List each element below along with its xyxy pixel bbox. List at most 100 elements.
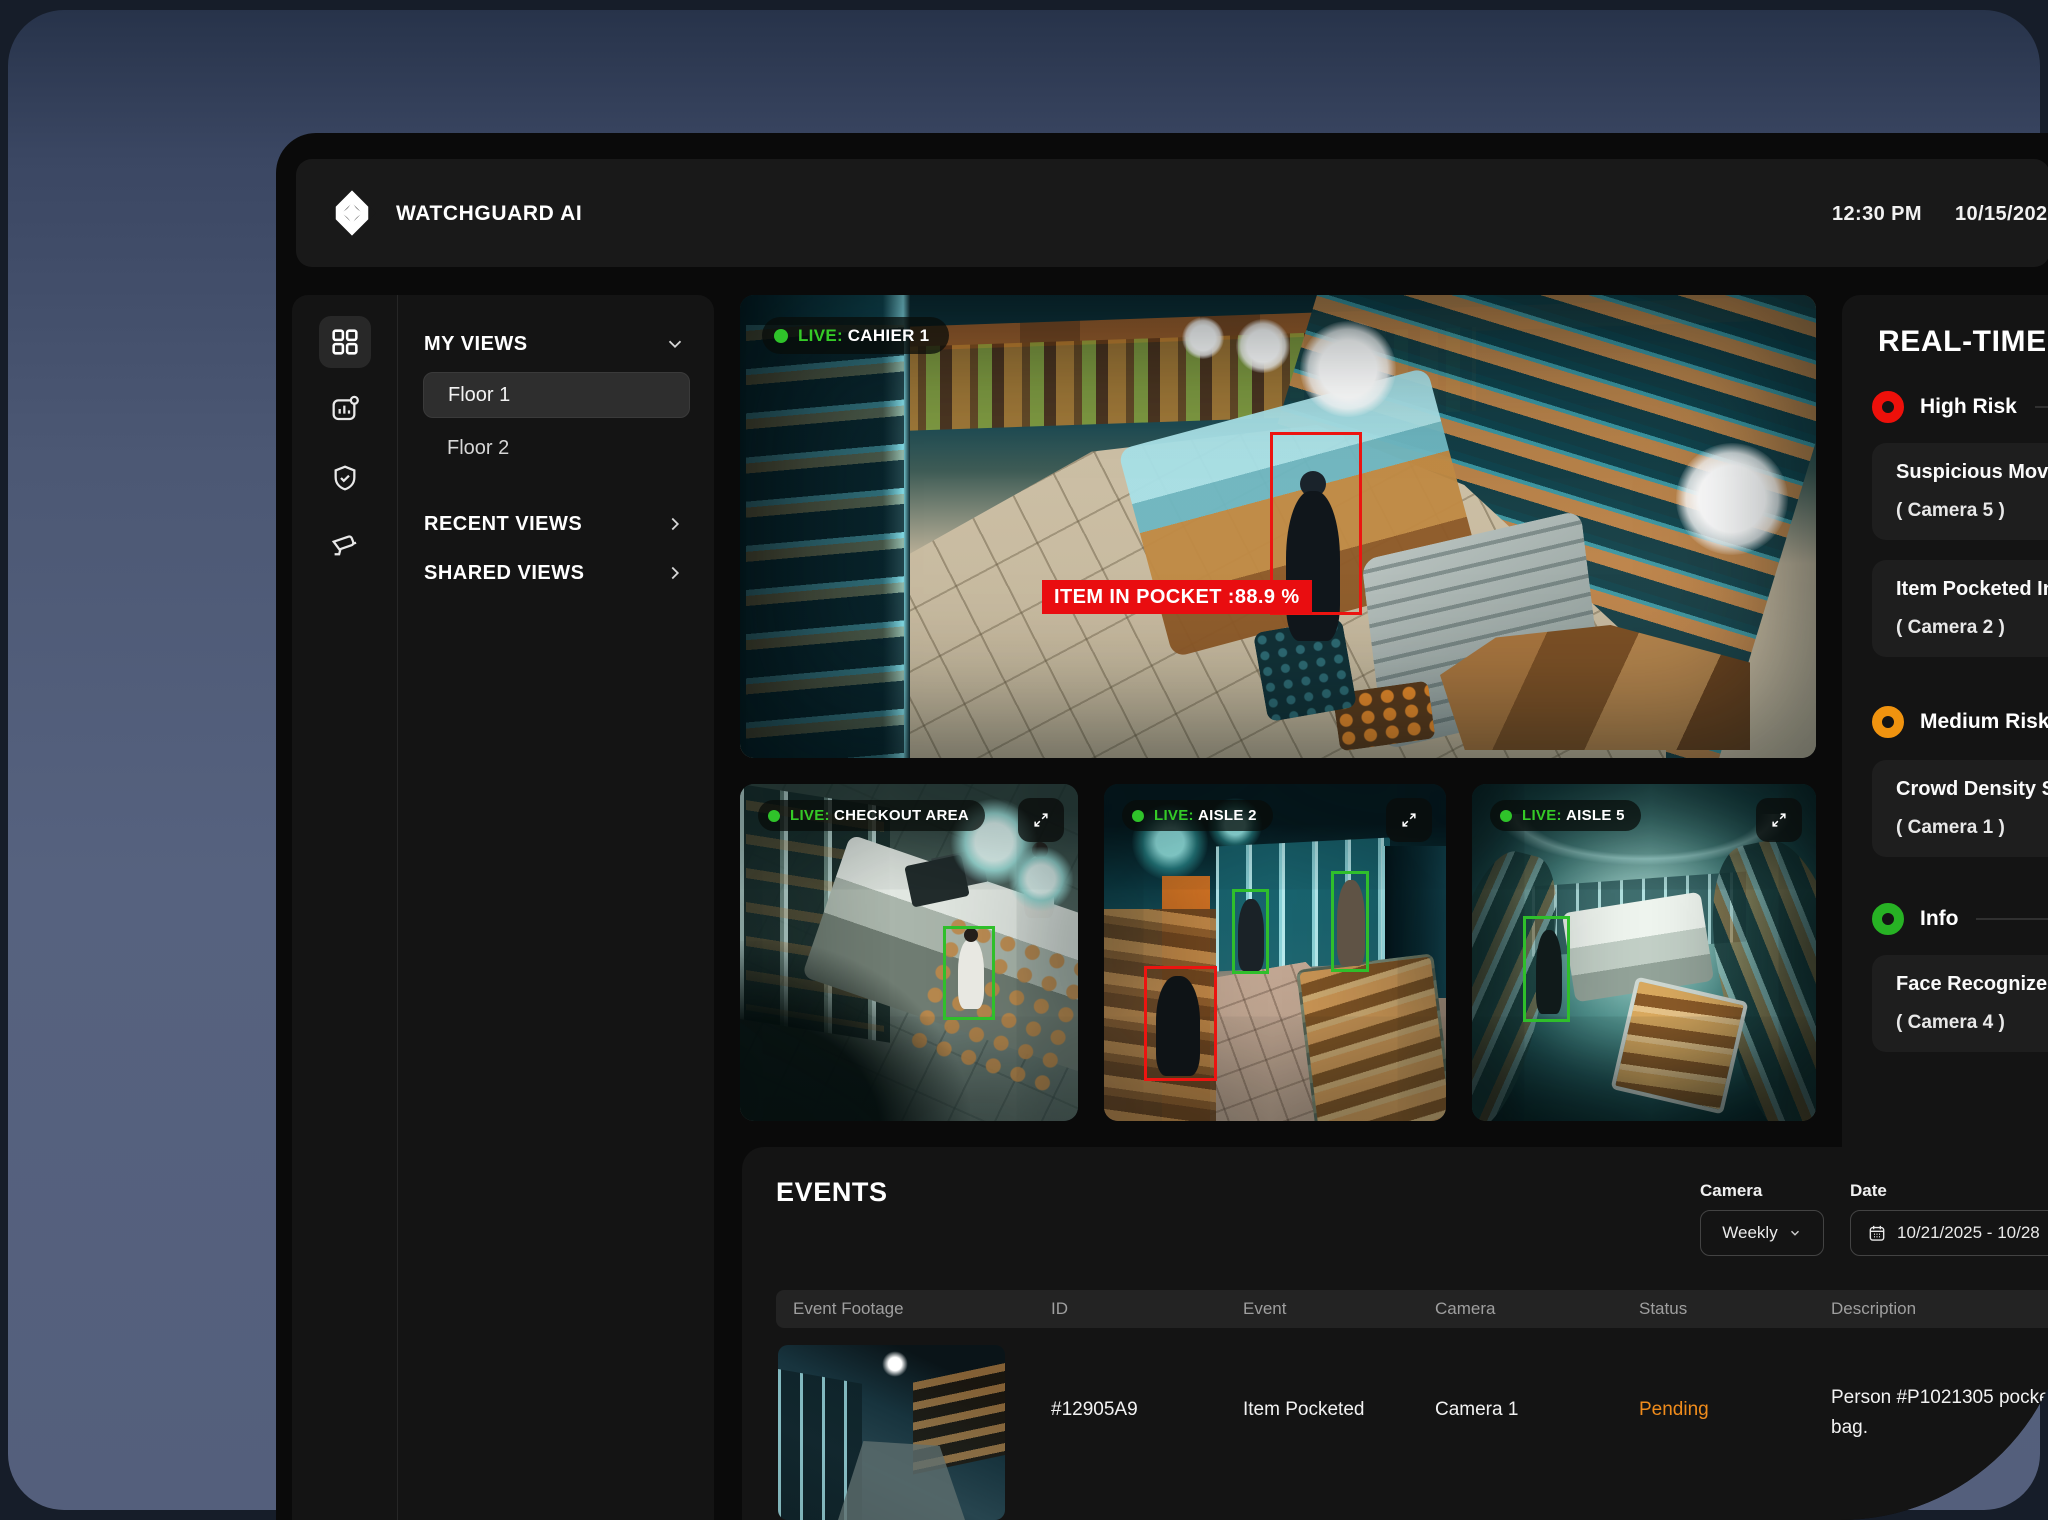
alert-group-medium-risk: Medium Risk — [1872, 705, 2048, 739]
live-label: LIVE: — [1154, 807, 1194, 824]
live-dot-icon — [1500, 810, 1512, 822]
live-badge: LIVE: AISLE 5 — [1490, 800, 1641, 831]
floor-1-label: Floor 1 — [448, 384, 510, 407]
camera-name: AISLE 5 — [1566, 807, 1625, 824]
alert-camera: ( Camera 1 ) — [1896, 817, 2048, 839]
live-badge: LIVE: AISLE 2 — [1122, 800, 1273, 831]
detection-box-green — [1523, 916, 1570, 1022]
realtime-alerts-panel: REAL-TIME AL High Risk Suspicious Movmen… — [1842, 295, 2048, 1168]
my-views-section-header[interactable]: MY VIEWS — [424, 331, 686, 357]
camera-name: AISLE 2 — [1198, 807, 1257, 824]
camera-filter-label: Camera — [1700, 1181, 1762, 1201]
events-table-header: Event Footage ID Event Camera Status Des… — [776, 1290, 2048, 1328]
alert-text: Crowd Density Spik — [1896, 778, 2048, 801]
date-filter-label: Date — [1850, 1181, 1887, 1201]
col-status: Status — [1639, 1290, 1687, 1328]
status-badge: Pending — [1639, 1399, 1709, 1421]
camera-name: CHECKOUT AREA — [834, 807, 969, 824]
divider — [2035, 406, 2048, 408]
camera-feed-aisle-2[interactable]: LIVE: AISLE 2 — [1104, 784, 1446, 1121]
live-label: LIVE: — [798, 326, 843, 345]
alert-level-label: Info — [1920, 907, 1958, 931]
camera-feed-cahier-1[interactable]: ITEM IN POCKET :88.9 % LIVE: CAHIER 1 — [740, 295, 1816, 758]
alert-text: Face Recognized: E — [1896, 973, 2048, 996]
event-footage-thumbnail[interactable] — [778, 1345, 1005, 1520]
col-description: Description — [1831, 1290, 1916, 1328]
watchguard-logo-icon — [326, 187, 378, 239]
chevron-right-icon — [664, 513, 686, 535]
event-camera: Camera 1 — [1435, 1399, 1518, 1421]
camera-filter-value: Weekly — [1722, 1223, 1777, 1243]
nav-security-button[interactable] — [328, 461, 362, 495]
event-description-line2: bag. — [1831, 1413, 2048, 1443]
col-event: Event — [1243, 1290, 1286, 1328]
divider — [1976, 918, 2048, 920]
app-window: WATCHGUARD AI 12:30 PM 10/15/2025 — [276, 133, 2048, 1520]
shield-check-icon — [329, 462, 361, 494]
alert-card[interactable]: Item Pocketed In Ai ( Camera 2 ) — [1872, 560, 2048, 657]
alert-level-label: High Risk — [1920, 395, 2017, 419]
grid-icon — [328, 325, 362, 359]
expand-button[interactable] — [1756, 798, 1802, 842]
expand-icon — [1769, 810, 1789, 830]
detection-label: ITEM IN POCKET :88.9 % — [1042, 580, 1312, 614]
live-badge: LIVE: CAHIER 1 — [762, 317, 949, 354]
icon-rail — [292, 295, 398, 1520]
alert-level-label: Medium Risk — [1920, 710, 2048, 734]
live-dot-icon — [774, 329, 788, 343]
detection-box-green — [1232, 889, 1269, 974]
alert-card[interactable]: Suspicious Movmen ( Camera 5 ) — [1872, 443, 2048, 540]
nav-grid-view-button[interactable] — [319, 316, 371, 368]
events-panel: EVENTS Camera Date Weekly 10/21/2025 - 1… — [742, 1147, 2048, 1520]
high-risk-ring-icon — [1872, 391, 1904, 423]
left-sidebar: MY VIEWS Floor 1 Floor 2 RECENT VIEWS SH… — [292, 295, 714, 1520]
alert-camera: ( Camera 5 ) — [1896, 500, 2048, 522]
my-views-label: MY VIEWS — [424, 333, 528, 356]
alert-card[interactable]: Face Recognized: E ( Camera 4 ) — [1872, 955, 2048, 1052]
shared-views-section-header[interactable]: SHARED VIEWS — [424, 560, 686, 586]
camera-feed-aisle-5[interactable]: LIVE: AISLE 5 — [1472, 784, 1816, 1121]
alerts-title: REAL-TIME AL — [1878, 325, 2048, 359]
alert-camera: ( Camera 4 ) — [1896, 1012, 2048, 1034]
chevron-right-icon — [664, 562, 686, 584]
col-camera: Camera — [1435, 1290, 1495, 1328]
nav-analytics-button[interactable] — [328, 392, 362, 426]
expand-button[interactable] — [1386, 798, 1432, 842]
detection-box-green — [943, 926, 995, 1020]
camera-feed-checkout-area[interactable]: LIVE: CHECKOUT AREA — [740, 784, 1078, 1121]
app-title: WATCHGUARD AI — [396, 202, 582, 226]
calendar-icon — [1867, 1223, 1887, 1243]
camera-name: CAHIER 1 — [848, 326, 930, 345]
medium-risk-ring-icon — [1872, 706, 1904, 738]
chevron-down-icon — [1788, 1226, 1802, 1240]
alert-text: Suspicious Movmen — [1896, 461, 2048, 484]
expand-icon — [1399, 810, 1419, 830]
scene-decor — [882, 1351, 908, 1377]
alert-text: Item Pocketed In Ai — [1896, 578, 2048, 601]
detection-box-green — [1331, 871, 1369, 972]
recent-views-section-header[interactable]: RECENT VIEWS — [424, 511, 686, 537]
sidebar-item-floor-2[interactable]: Floor 2 — [447, 437, 509, 460]
info-ring-icon — [1872, 903, 1904, 935]
current-date: 10/15/2025 — [1955, 203, 2048, 226]
live-dot-icon — [768, 810, 780, 822]
analytics-icon — [329, 393, 361, 425]
expand-icon — [1031, 810, 1051, 830]
top-bar: WATCHGUARD AI 12:30 PM 10/15/2025 — [296, 159, 2048, 267]
event-description: Person #P1021305 pocke bag. — [1831, 1383, 2048, 1443]
event-type: Item Pocketed — [1243, 1399, 1364, 1421]
expand-button[interactable] — [1018, 798, 1064, 842]
live-badge: LIVE: CHECKOUT AREA — [758, 800, 985, 831]
col-id: ID — [1051, 1290, 1068, 1328]
date-range-value: 10/21/2025 - 10/28 — [1897, 1223, 2040, 1243]
sidebar-item-floor-1[interactable]: Floor 1 — [423, 372, 690, 418]
camera-filter-dropdown[interactable]: Weekly — [1700, 1210, 1824, 1256]
nav-cameras-button[interactable] — [328, 529, 362, 563]
date-range-input[interactable]: 10/21/2025 - 10/28 — [1850, 1210, 2048, 1256]
alert-group-info: Info — [1872, 902, 2048, 936]
recent-views-label: RECENT VIEWS — [424, 513, 582, 536]
shared-views-label: SHARED VIEWS — [424, 562, 584, 585]
event-description-line1: Person #P1021305 pocke — [1831, 1383, 2048, 1413]
alert-card[interactable]: Crowd Density Spik ( Camera 1 ) — [1872, 760, 2048, 857]
live-label: LIVE: — [1522, 807, 1562, 824]
